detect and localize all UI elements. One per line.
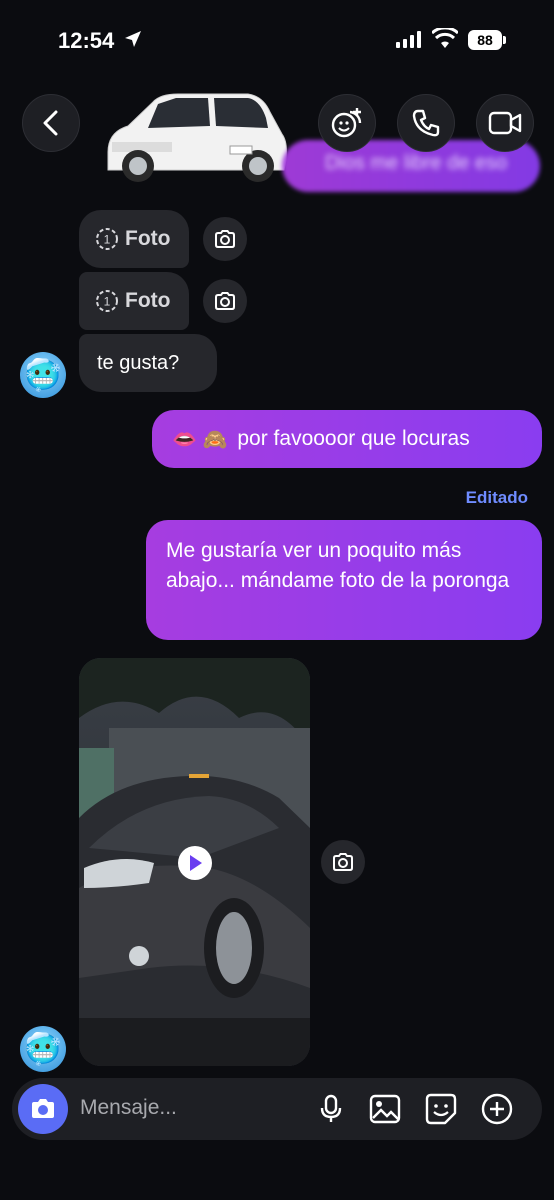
photo-message-2[interactable]: 1 Foto [79, 272, 189, 330]
message-input[interactable]: Mensaje... [80, 1096, 177, 1120]
camera-icon [215, 230, 235, 248]
wifi-icon [432, 28, 458, 48]
add-people-icon [331, 108, 362, 138]
camera-icon [215, 292, 235, 310]
camera-icon [333, 853, 353, 871]
add-people-button[interactable] [318, 94, 376, 152]
gallery-icon [369, 1094, 401, 1124]
plus-icon [481, 1093, 513, 1125]
cold-face-emoji: 🥶 [24, 358, 62, 392]
microphone-icon [320, 1094, 342, 1122]
play-icon [190, 855, 202, 871]
message-text: por favoooor que locuras [237, 427, 470, 450]
composer-camera-button[interactable] [18, 1084, 68, 1134]
view-once-icon: 1 [96, 290, 118, 312]
more-button[interactable] [480, 1092, 514, 1126]
call-button[interactable] [397, 94, 455, 152]
message-text: te gusta? [97, 351, 180, 374]
play-button[interactable] [178, 846, 212, 880]
photo-message-1[interactable]: 1 Foto [79, 210, 189, 268]
battery-indicator: 88 [468, 30, 502, 50]
contact-avatar-emoji[interactable]: 🥶 [20, 1026, 66, 1072]
sticker-button[interactable] [424, 1092, 458, 1126]
contact-avatar-emoji[interactable]: 🥶 [20, 352, 66, 398]
camera-icon [32, 1099, 54, 1118]
location-arrow-icon [125, 31, 141, 47]
reply-camera-button-2[interactable] [203, 279, 247, 323]
svg-text:1: 1 [104, 295, 111, 309]
message-text: Me gustaría ver un poquito más abajo... … [166, 539, 510, 592]
emoji-text: 👄 🙈 [172, 428, 228, 451]
blurred-message-text: Dios me libre de eso [324, 152, 508, 174]
edited-label[interactable]: Editado [466, 488, 528, 508]
video-call-button[interactable] [476, 94, 534, 152]
back-chevron-icon [43, 110, 58, 136]
microphone-button[interactable] [314, 1092, 348, 1126]
video-icon [488, 111, 522, 135]
status-time: 12:54 [58, 28, 115, 53]
outgoing-message-1[interactable]: 👄 🙈 por favoooor que locuras [152, 410, 542, 468]
contact-avatar-car[interactable] [98, 82, 290, 188]
phone-icon [412, 109, 440, 137]
reply-camera-button-1[interactable] [203, 217, 247, 261]
sticker-icon [425, 1093, 457, 1125]
signal-icon [396, 30, 421, 48]
incoming-text-message[interactable]: te gusta? [79, 334, 217, 392]
view-once-icon: 1 [96, 228, 118, 250]
photo-label: Foto [125, 289, 171, 312]
outgoing-message-2[interactable]: Me gustaría ver un poquito más abajo... … [146, 520, 542, 640]
photo-label: Foto [125, 227, 171, 250]
battery-tip [503, 36, 506, 44]
cold-face-emoji: 🥶 [24, 1032, 62, 1066]
reply-camera-button-3[interactable] [321, 840, 365, 884]
back-button[interactable] [22, 94, 80, 152]
gallery-button[interactable] [368, 1092, 402, 1126]
svg-text:1: 1 [104, 233, 111, 247]
